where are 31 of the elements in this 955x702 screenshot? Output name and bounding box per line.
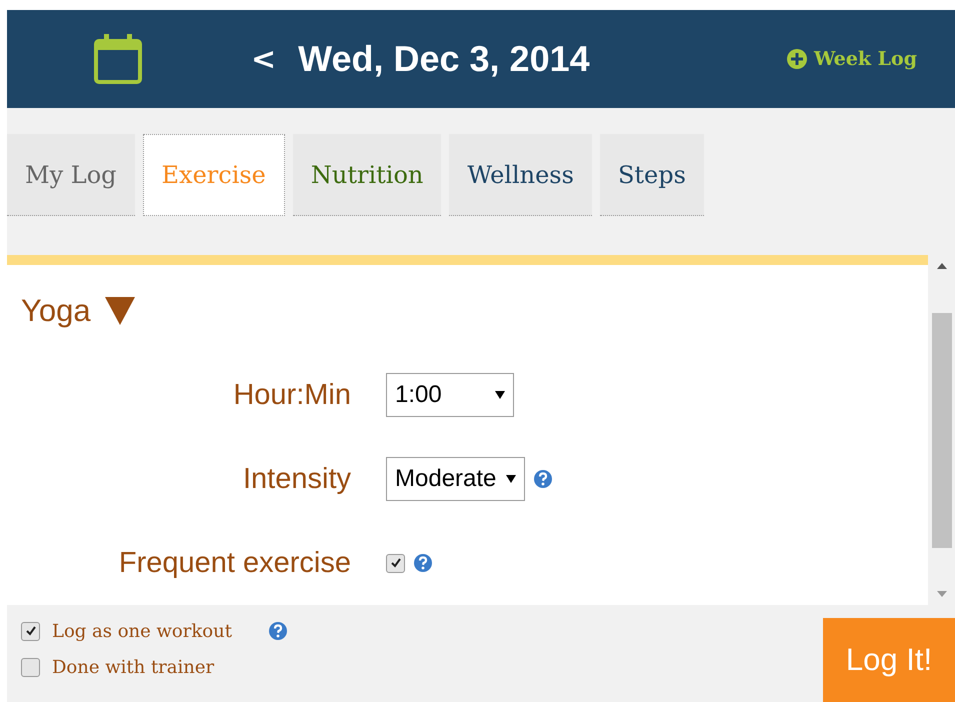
scrollbar-thumb[interactable] bbox=[932, 312, 952, 548]
checkmark-icon bbox=[390, 557, 402, 569]
option-label: Log as one workout bbox=[52, 620, 232, 642]
option-label: Done with trainer bbox=[52, 656, 214, 678]
tab[interactable]: Steps bbox=[600, 134, 704, 216]
help-icon[interactable] bbox=[268, 621, 288, 641]
dropdown-arrow-icon bbox=[495, 391, 505, 399]
dropdown[interactable]: Moderate bbox=[386, 457, 526, 501]
previous-day-button[interactable]: < bbox=[243, 42, 284, 76]
help-icon[interactable] bbox=[533, 469, 554, 489]
field-label: Intensity bbox=[242, 462, 351, 496]
scroll-down-icon[interactable] bbox=[936, 591, 946, 597]
date-title: Wed, Dec 3, 2014 bbox=[298, 38, 590, 80]
calendar-icon[interactable] bbox=[93, 33, 143, 85]
checkbox[interactable] bbox=[21, 622, 40, 640]
tab[interactable]: Nutrition bbox=[292, 134, 442, 216]
activity-title: Yoga bbox=[21, 293, 91, 329]
checkbox[interactable] bbox=[386, 554, 405, 572]
plus-circle-icon bbox=[786, 48, 808, 70]
week-log-link[interactable]: Week Log bbox=[786, 48, 917, 70]
tab[interactable]: My Log bbox=[7, 134, 135, 216]
help-icon[interactable] bbox=[413, 553, 433, 573]
checkbox[interactable] bbox=[21, 658, 40, 676]
expand-triangle-icon[interactable] bbox=[104, 297, 135, 325]
scroll-up-icon[interactable] bbox=[936, 263, 946, 269]
dropdown-arrow-icon bbox=[506, 475, 516, 483]
field-label: Hour:Min bbox=[232, 378, 351, 412]
checkmark-icon bbox=[24, 625, 36, 637]
dropdown[interactable]: 1:00 bbox=[386, 373, 514, 417]
field-label: Frequent exercise bbox=[118, 546, 351, 580]
tab[interactable]: Wellness bbox=[449, 134, 592, 216]
